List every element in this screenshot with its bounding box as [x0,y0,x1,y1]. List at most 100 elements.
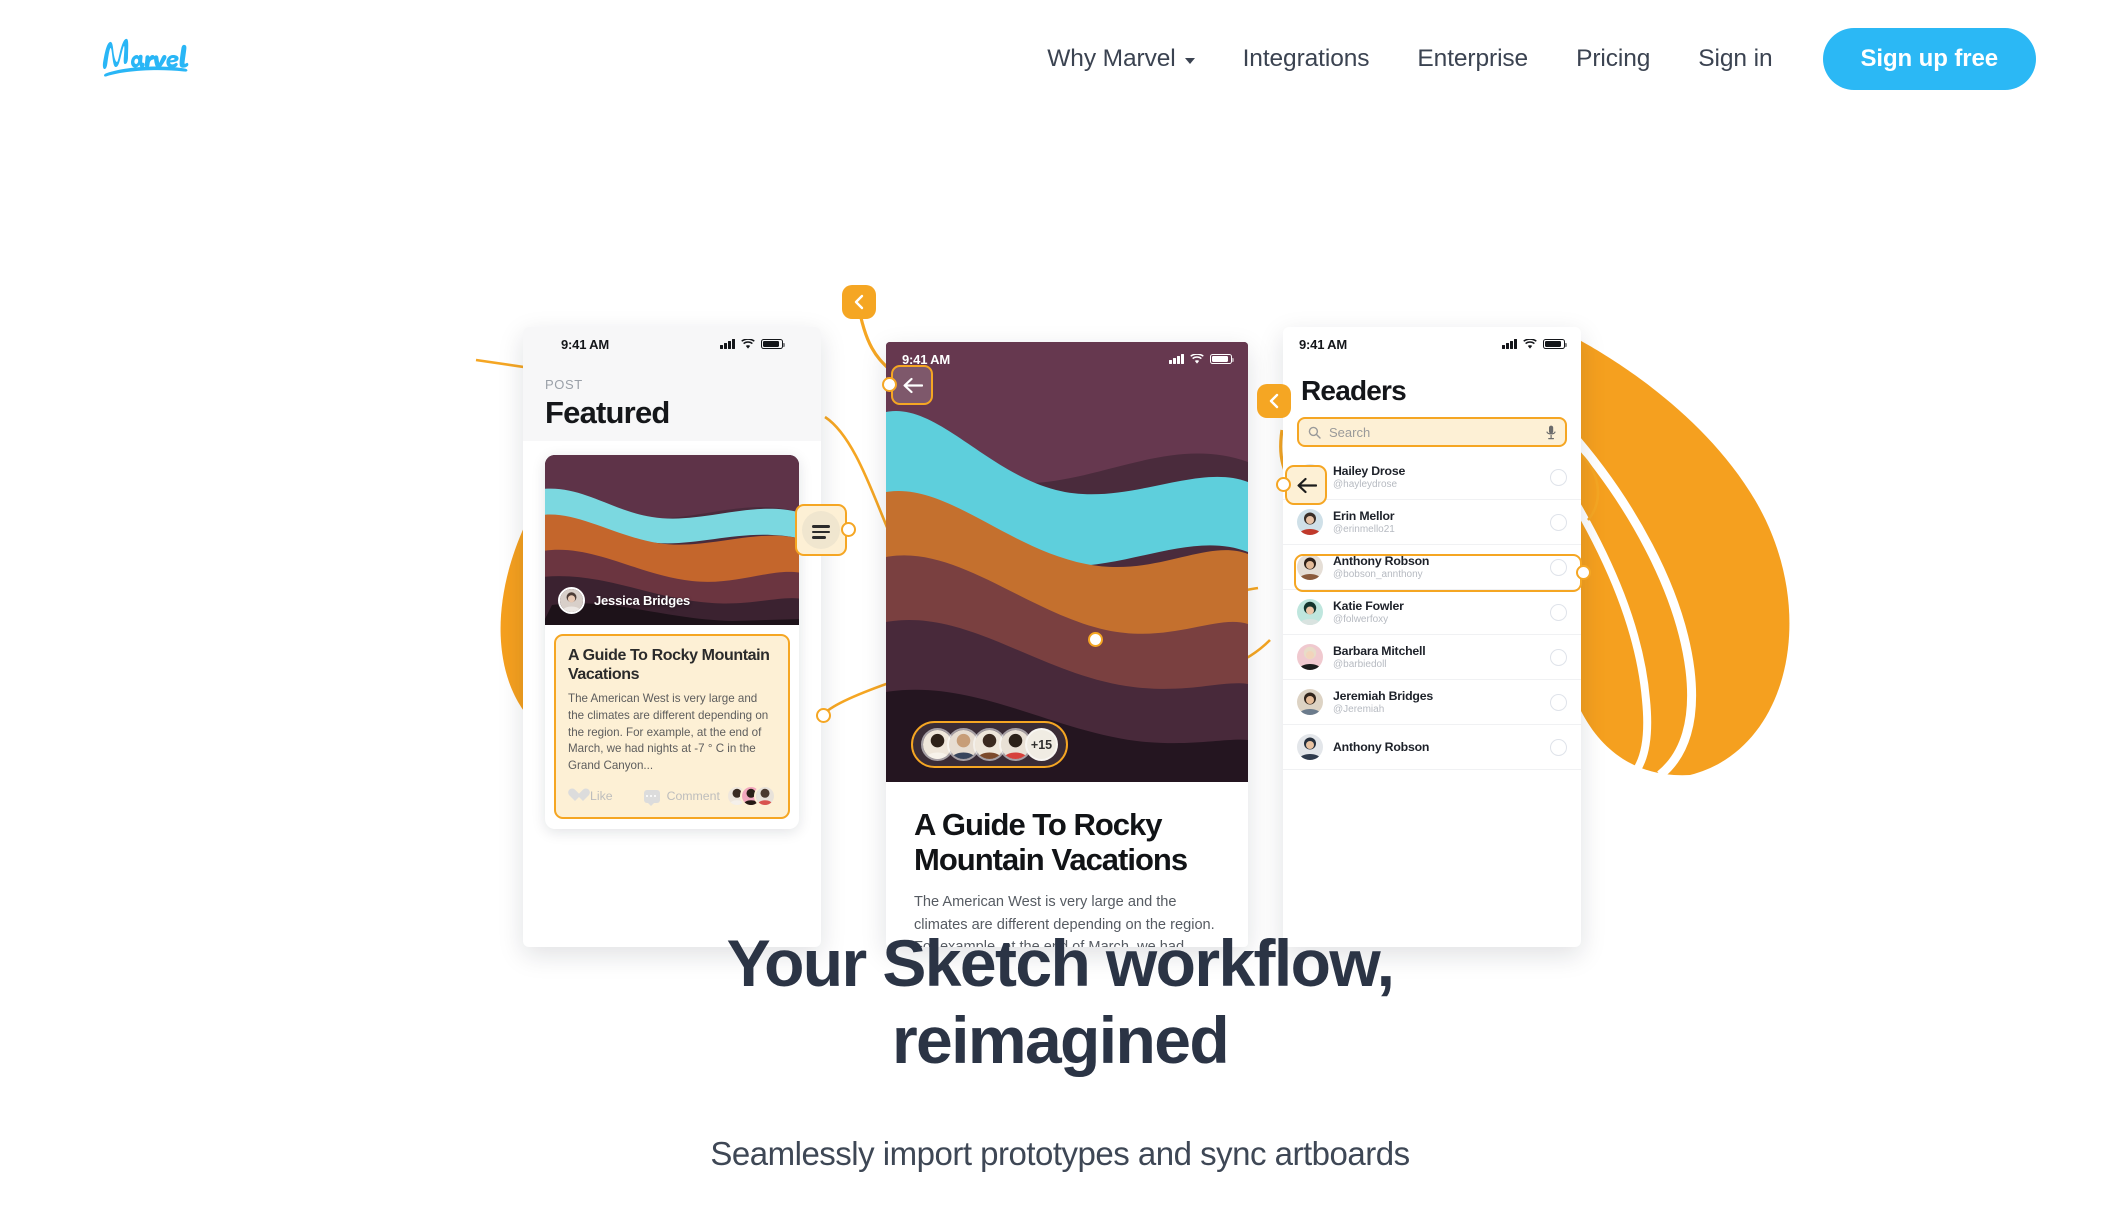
hotspot-back-button-phone2[interactable] [882,365,933,405]
readers-title: Readers [1301,375,1407,406]
site-header: Why Marvel Integrations Enterprise Prici… [0,0,2120,118]
hotspot-back-button-phone3[interactable] [1276,465,1327,505]
phone1-body: Jessica Bridges A Guide To Rocky Mountai… [523,441,821,830]
reader-name: Barbara Mitchell [1333,644,1426,658]
hotspot-outline [795,504,847,556]
reader-avatar-group[interactable]: +15 [911,721,1068,768]
sign-up-free-button[interactable]: Sign up free [1822,28,2036,90]
avatar [1297,599,1323,625]
readers-search-wrap: Search [1283,407,1581,455]
article-title: A Guide To Rocky Mountain Vacations [914,807,1188,877]
nav-item-pricing[interactable]: Pricing [1552,45,1674,73]
article-hero-photo: 9:41 AM +15 [886,342,1248,782]
reader-select-circle[interactable] [1550,693,1567,711]
wifi-icon [1190,353,1204,364]
reader-select-circle[interactable] [1550,468,1567,486]
reader-name: Erin Mellor [1333,509,1395,523]
reader-select-circle[interactable] [1550,513,1567,531]
hero-headline: Your Sketch workflow, reimagined [0,925,2120,1079]
chevron-left-badge [842,285,876,319]
author-name: Jessica Bridges [594,593,691,608]
avatar [754,785,776,808]
wifi-icon [741,338,755,349]
avatar [1297,644,1323,670]
hotspot-badge-back-phone3[interactable] [1257,384,1291,418]
battery-icon [1543,338,1568,350]
status-icons [1502,338,1568,350]
microphone-icon [1546,425,1556,439]
reader-name: Anthony Robson [1333,739,1430,754]
hero-artwork: 9:41 AM POST Featured Jessica Bridges A … [0,120,2120,947]
like-button[interactable]: Like [568,789,613,803]
signal-icon [720,339,735,349]
nav-item-label: Enterprise [1417,45,1529,72]
excerpt-title: A Guide To Rocky Mountain Vacations [568,647,770,683]
marvel-logo-icon [102,38,189,77]
avatar [1297,689,1323,715]
nav-item-label: Integrations [1242,45,1370,72]
nav-item-integrations[interactable]: Integrations [1219,45,1394,73]
nav-item-label: Sign in [1698,45,1773,72]
reader-row[interactable]: Jeremiah Bridges @Jeremiah [1283,680,1581,725]
arrow-left-icon [1297,477,1317,493]
headline-line-2: reimagined [891,1003,1230,1078]
nav-item-label: Why Marvel [1047,45,1176,72]
featured-post-card[interactable]: Jessica Bridges A Guide To Rocky Mountai… [545,455,799,830]
marvel-logo[interactable] [96,33,214,85]
connector-dot [1088,632,1103,647]
battery-icon [761,338,786,350]
post-byline: Jessica Bridges [558,587,690,614]
reader-row[interactable]: Hailey Drose @hayleydrose [1283,455,1581,500]
chevron-left-icon [1269,393,1279,409]
reader-handle: @erinmello21 [1333,524,1395,535]
nav-item-sign-in[interactable]: Sign in [1674,45,1796,73]
reader-name: Katie Fowler [1333,599,1404,613]
hotspot-outline [891,365,933,405]
battery-icon [1210,353,1235,365]
reader-select-circle[interactable] [1550,738,1567,756]
reader-row[interactable]: Katie Fowler @folwerfoxy [1283,590,1581,635]
search-icon [1308,426,1321,439]
phone1-kicker: POST [545,377,583,392]
reader-row[interactable]: Erin Mellor @erinmello21 [1283,500,1581,545]
comment-icon [643,790,660,805]
author-avatar [558,587,585,614]
phone3-status-bar: 9:41 AM [1283,327,1581,361]
chevron-left-badge [1257,384,1291,418]
signal-icon [1502,339,1517,349]
comment-label: Comment [666,789,720,804]
comment-button[interactable]: Comment [643,789,720,805]
phone1-header: 9:41 AM POST Featured [523,327,821,441]
connector-dot [1576,565,1591,580]
status-icons [720,338,786,350]
reader-select-circle[interactable] [1550,603,1567,621]
hotspot-outline [1285,465,1327,505]
like-label: Like [590,789,613,804]
hotspot-badge-back-phone2[interactable] [842,285,876,319]
article-body: A Guide To Rocky Mountain Vacations The … [886,782,1248,947]
readers-list: Hailey Drose @hayleydrose Erin Mellor @e… [1283,455,1581,770]
wifi-icon [1523,338,1537,349]
connector-dot [841,522,856,537]
hotspot-menu-button[interactable] [795,504,856,556]
arrow-left-icon [903,377,923,393]
hotspot-search-field[interactable] [1294,554,1591,592]
phone2-status-bar: 9:41 AM [886,342,1248,376]
reader-info: Hailey Drose @hayleydrose [1333,464,1405,490]
nav-item-why-marvel[interactable]: Why Marvel [1023,45,1218,73]
reader-avatar-stack [726,785,776,808]
reader-handle: @folwerfoxy [1333,614,1389,625]
reader-select-circle[interactable] [1550,648,1567,666]
hotspot-outline [1294,554,1582,592]
reader-row[interactable]: Anthony Robson [1283,725,1581,770]
status-time: 9:41 AM [1299,336,1347,352]
reader-row[interactable]: Barbara Mitchell @barbiedoll [1283,635,1581,680]
nav-item-label: Pricing [1576,45,1651,72]
avatar [1297,734,1323,760]
phone-mockup-featured: 9:41 AM POST Featured Jessica Bridges A … [523,327,821,947]
nav-item-enterprise[interactable]: Enterprise [1393,45,1552,73]
search-input[interactable]: Search [1297,417,1567,447]
post-excerpt-highlight: A Guide To Rocky Mountain Vacations The … [554,634,790,820]
reader-info: Anthony Robson [1333,740,1429,755]
status-time: 9:41 AM [561,336,609,352]
